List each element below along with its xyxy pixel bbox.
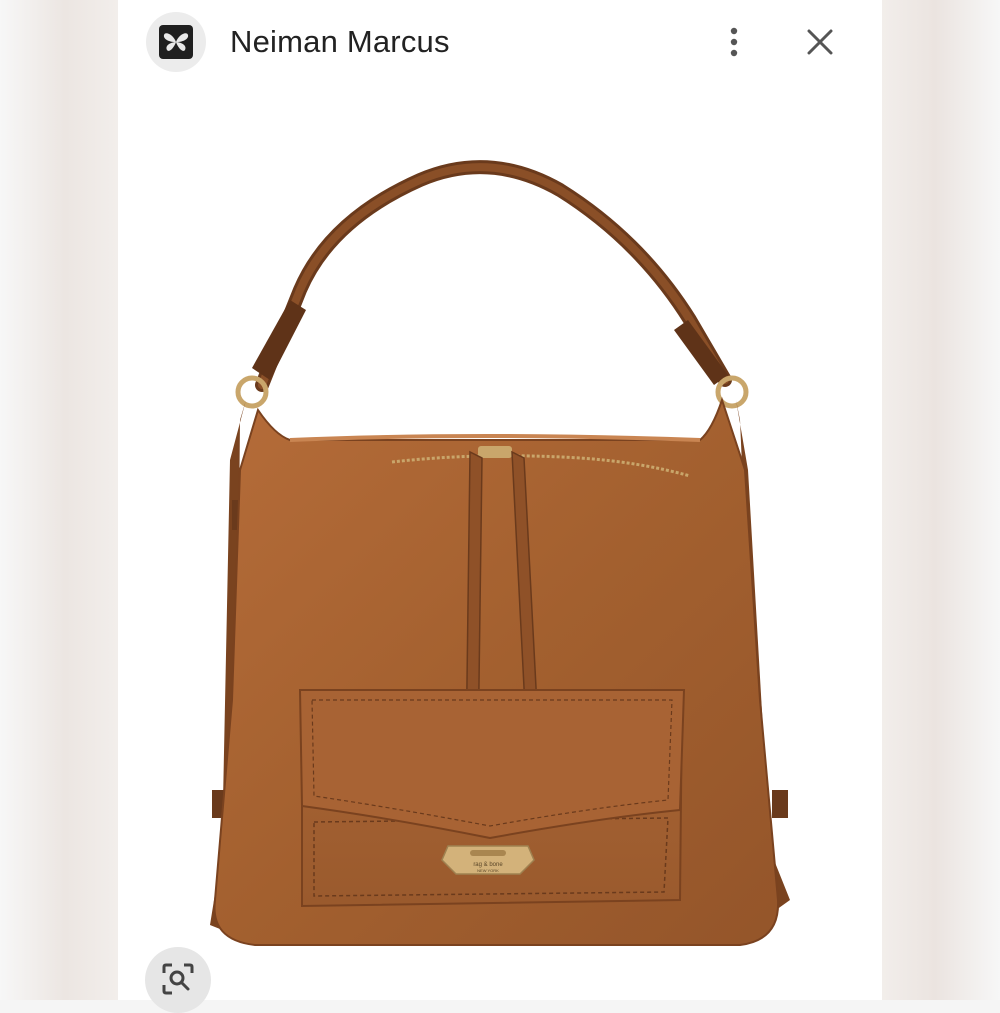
more-options-button[interactable] — [714, 20, 754, 64]
product-image[interactable]: rag & bone NEW YORK — [118, 86, 882, 1000]
close-icon — [807, 29, 833, 55]
clasp-city-text: NEW YORK — [477, 868, 499, 873]
app-avatar — [146, 12, 206, 72]
close-button[interactable] — [798, 20, 842, 64]
visual-search-button[interactable] — [145, 947, 211, 1013]
page-title: Neiman Marcus — [230, 24, 450, 59]
background-left — [0, 0, 118, 1000]
more-vert-icon — [730, 27, 738, 57]
product-sheet: Neiman Marcus rag & bone NEW YORK — [118, 0, 882, 1000]
visual-search-icon — [162, 963, 194, 995]
background-right — [882, 0, 1000, 1000]
sheet-header: Neiman Marcus — [118, 0, 882, 86]
butterfly-icon — [163, 33, 189, 51]
